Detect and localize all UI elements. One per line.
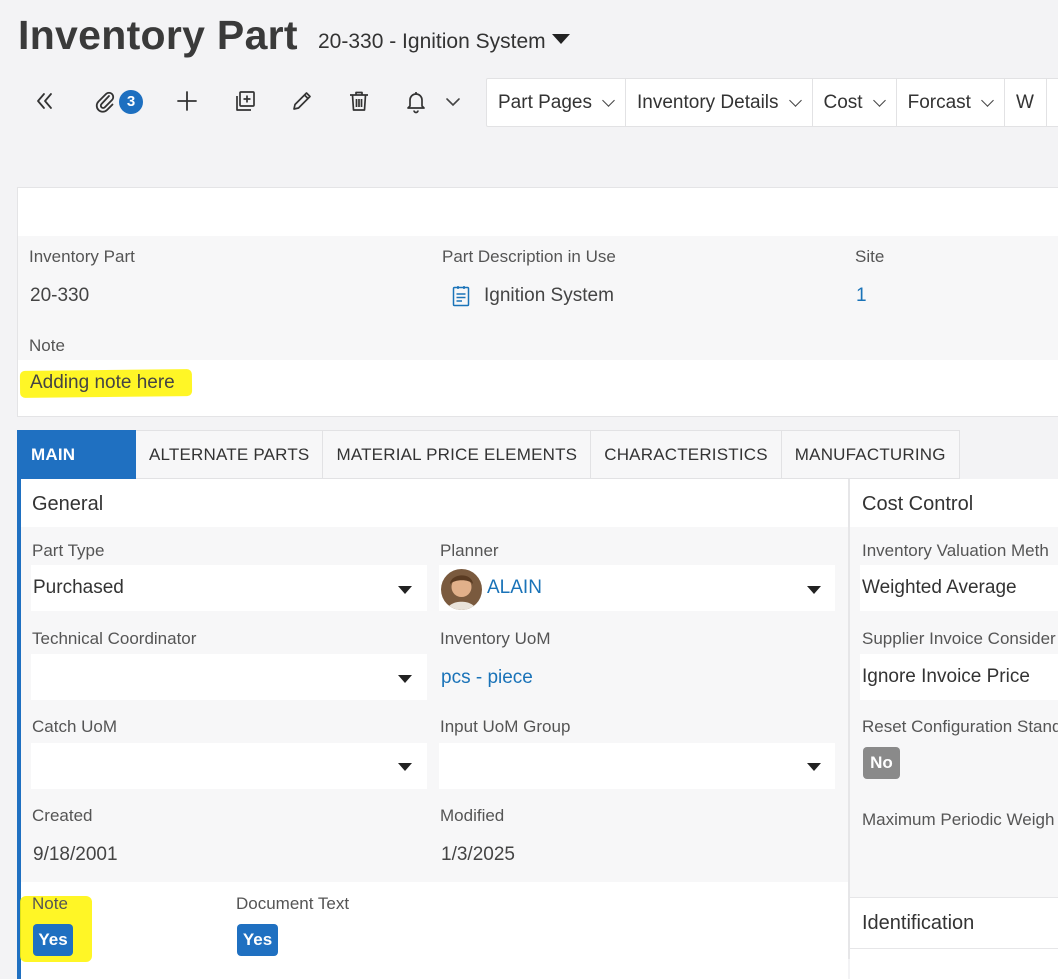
general-section-title: General	[32, 493, 104, 515]
tab-bar: MAIN ALTERNATE PARTS MATERIAL PRICE ELEM…	[17, 430, 960, 480]
collapse-icon[interactable]	[31, 88, 57, 114]
part-pages-button[interactable]: Part Pages	[487, 79, 626, 126]
chevron-down-icon[interactable]	[440, 88, 460, 114]
note-label: Note	[29, 336, 65, 355]
chevron-down-icon	[788, 93, 802, 107]
inventory-part-value: 20-330	[30, 285, 90, 306]
tab-material-price-elements[interactable]: MATERIAL PRICE ELEMENTS	[323, 430, 592, 479]
site-label: Site	[855, 247, 885, 266]
chevron-down-icon	[981, 93, 994, 107]
chevron-down-icon[interactable]	[398, 675, 412, 683]
identification-title: Identification	[862, 912, 975, 934]
valuation-method-select[interactable]: Weighted Average	[860, 565, 1058, 611]
trash-icon[interactable]	[346, 88, 372, 114]
bell-icon[interactable]	[403, 88, 429, 114]
forcast-button[interactable]: Forcast	[897, 79, 1005, 126]
part-description-value: Ignition System	[484, 285, 614, 306]
tab-main[interactable]: MAIN	[17, 430, 136, 479]
plus-icon[interactable]	[174, 88, 200, 114]
reset-configuration-toggle[interactable]: No	[863, 747, 900, 779]
part-type-select[interactable]: Purchased	[31, 565, 427, 611]
max-periodic-label: Maximum Periodic Weigh	[862, 810, 1055, 829]
chevron-down-icon[interactable]	[807, 763, 821, 771]
site-link[interactable]: 1	[856, 285, 867, 307]
chevron-down-icon	[602, 93, 615, 107]
catch-uom-label: Catch UoM	[32, 717, 118, 736]
part-type-label: Part Type	[32, 541, 105, 560]
document-text-label: Document Text	[236, 894, 350, 913]
input-uom-group-label: Input UoM Group	[440, 717, 571, 736]
chevron-down-icon[interactable]	[398, 586, 412, 594]
reset-configuration-label: Reset Configuration Stand	[862, 717, 1058, 736]
avatar	[441, 569, 482, 610]
technical-coordinator-select[interactable]	[31, 654, 427, 700]
supplier-invoice-select[interactable]: Ignore Invoice Price	[860, 654, 1058, 700]
pencil-icon[interactable]	[289, 88, 315, 114]
inventory-details-button[interactable]: Inventory Details	[626, 79, 813, 126]
document-icon[interactable]	[452, 285, 470, 307]
chevron-down-icon[interactable]	[398, 763, 412, 771]
tab-alternate-parts[interactable]: ALTERNATE PARTS	[136, 430, 324, 479]
page-navigation-bar: Part Pages Inventory Details Cost Forcas…	[486, 78, 1058, 127]
note-toggle-label: Note	[32, 894, 68, 913]
catch-uom-select[interactable]	[31, 743, 427, 789]
chevron-down-icon[interactable]	[807, 586, 821, 594]
technical-coordinator-label: Technical Coordinator	[32, 629, 197, 648]
cost-button[interactable]: Cost	[813, 79, 897, 126]
chevron-down-icon	[872, 93, 886, 107]
cost-control-title: Cost Control	[862, 493, 974, 515]
note-toggle[interactable]: Yes	[33, 924, 73, 956]
inventory-part-label: Inventory Part	[29, 247, 135, 266]
modified-label: Modified	[440, 806, 505, 825]
supplier-invoice-label: Supplier Invoice Consider	[862, 629, 1056, 648]
document-text-toggle[interactable]: Yes	[237, 924, 278, 956]
valuation-method-label: Inventory Valuation Meth	[862, 541, 1049, 560]
planner-label: Planner	[440, 541, 499, 560]
inventory-uom-label: Inventory UoM	[440, 629, 551, 648]
inventory-uom-link[interactable]: pcs - piece	[441, 667, 533, 689]
note-value: Adding note here	[30, 372, 175, 393]
record-title[interactable]: 20-330 - Ignition System	[318, 30, 546, 54]
part-description-label: Part Description in Use	[442, 247, 616, 266]
tab-manufacturing[interactable]: MANUFACTURING	[781, 430, 960, 479]
created-label: Created	[32, 806, 93, 825]
tab-characteristics[interactable]: CHARACTERISTICS	[591, 430, 782, 479]
modified-value: 1/3/2025	[441, 844, 515, 865]
input-uom-group-select[interactable]	[439, 743, 835, 789]
page-title: Inventory Part	[18, 12, 298, 58]
paperclip-icon[interactable]	[92, 88, 118, 114]
planner-select[interactable]: ALAIN	[439, 565, 835, 611]
more-nav-button[interactable]: W	[1005, 79, 1047, 126]
created-value: 9/18/2001	[33, 844, 118, 865]
attachments-count-badge[interactable]: 3	[119, 90, 143, 114]
duplicate-icon[interactable]	[232, 88, 258, 114]
record-selector-caret-icon[interactable]	[552, 34, 570, 44]
